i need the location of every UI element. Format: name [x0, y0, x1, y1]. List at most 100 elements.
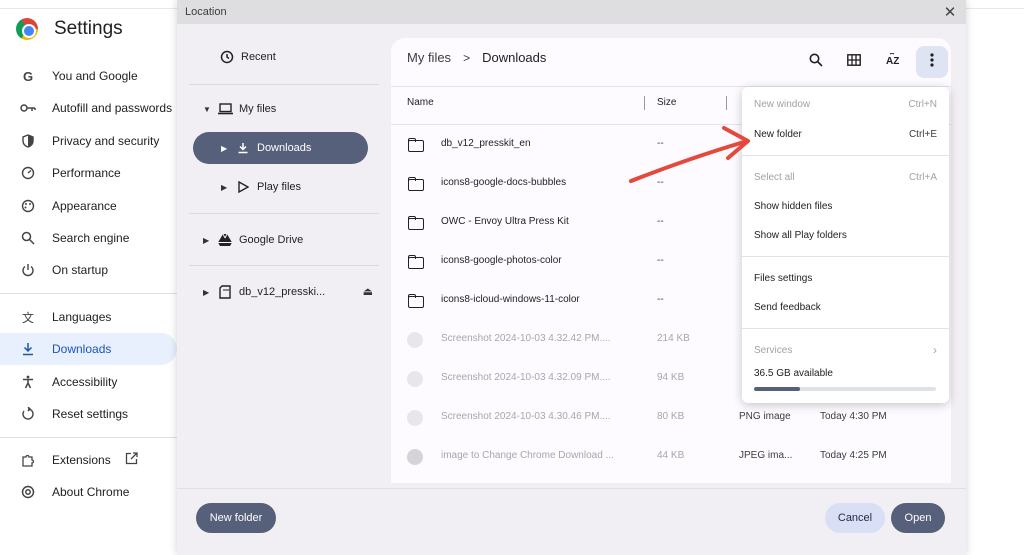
nav-divider: [0, 437, 177, 438]
folder-icon: [407, 254, 424, 270]
nav-item-reset-settings[interactable]: Reset settings: [0, 398, 177, 430]
grid-view-button[interactable]: [838, 46, 870, 78]
nav-item-appearance[interactable]: Appearance: [0, 190, 177, 222]
play-store-icon: [235, 179, 251, 195]
key-icon: [20, 100, 36, 116]
column-header-size[interactable]: Size: [657, 97, 676, 108]
accessibility-icon: [20, 374, 36, 390]
nav-item-accessibility[interactable]: Accessibility: [0, 366, 177, 398]
menu-item-new-window[interactable]: New window Ctrl+N: [742, 91, 949, 117]
folder-icon: [407, 176, 424, 192]
menu-item-files-settings[interactable]: Files settings: [742, 265, 949, 291]
column-resize-handle[interactable]: [644, 96, 645, 110]
nav-item-on-startup[interactable]: On startup: [0, 254, 177, 286]
file-name: image to Change Chrome Download ...: [441, 450, 614, 461]
clock-icon: [219, 49, 235, 65]
nav-item-search-engine[interactable]: Search engine: [0, 222, 177, 254]
puzzle-icon: [20, 452, 36, 468]
sidebar-item-usb-drive[interactable]: ▶ db_v12_presski... ⏏: [203, 276, 379, 308]
image-file-icon: [407, 410, 423, 426]
settings-header: Settings: [16, 18, 123, 40]
open-button[interactable]: Open: [891, 503, 945, 533]
storage-available-label: 36.5 GB available: [754, 367, 833, 379]
close-icon[interactable]: ✕: [942, 4, 958, 21]
sidebar-item-downloads[interactable]: ▶ Downloads: [193, 132, 368, 164]
caret-right-icon[interactable]: ▶: [203, 288, 213, 297]
translate-icon: 文: [21, 310, 34, 325]
folder-icon: [407, 215, 424, 231]
menu-item-show-play-folders[interactable]: Show all Play folders: [742, 222, 949, 248]
svg-text:AZ: AZ: [886, 56, 899, 67]
search-icon: [809, 53, 823, 72]
search-icon: [20, 230, 36, 246]
storage-usage-fill: [754, 387, 800, 391]
cancel-button[interactable]: Cancel: [825, 503, 885, 533]
file-type: JPEG ima...: [739, 450, 793, 461]
google-g-icon: G: [22, 68, 34, 84]
chrome-icon: [20, 484, 36, 500]
sidebar-item-recent[interactable]: Recent: [215, 41, 276, 73]
chrome-logo-icon: [16, 18, 38, 40]
caret-down-icon[interactable]: ▼: [203, 105, 213, 114]
more-options-button[interactable]: [916, 46, 948, 78]
eject-icon[interactable]: ⏏: [363, 285, 373, 298]
column-header-name[interactable]: Name: [407, 97, 434, 108]
breadcrumb-separator: >: [463, 50, 471, 65]
nav-item-languages[interactable]: 文 Languages: [0, 301, 177, 333]
folder-icon: [407, 137, 424, 153]
file-size: 214 KB: [657, 333, 690, 344]
sidebar-divider: [189, 213, 379, 214]
file-name: Screenshot 2024-10-03 4.32.09 PM....: [441, 372, 611, 383]
nav-item-about-chrome[interactable]: About Chrome: [0, 476, 177, 508]
breadcrumb: My files > Downloads: [407, 50, 546, 65]
file-type: PNG image: [739, 411, 791, 422]
shortcut-label: Ctrl+N: [908, 98, 937, 110]
file-name: icons8-google-photos-color: [441, 255, 562, 266]
sidebar-divider: [189, 265, 379, 266]
file-size: --: [657, 216, 664, 227]
menu-item-new-folder[interactable]: New folder Ctrl+E: [742, 121, 949, 147]
sidebar-item-google-drive[interactable]: ▶ Google Drive: [203, 224, 303, 256]
shield-icon: [20, 133, 36, 149]
sidebar-item-play-files[interactable]: ▶ Play files: [221, 171, 301, 203]
caret-right-icon[interactable]: ▶: [221, 183, 231, 192]
caret-right-icon[interactable]: ▶: [221, 144, 231, 153]
nav-item-extensions[interactable]: Extensions: [0, 444, 177, 476]
nav-divider: [0, 293, 177, 294]
menu-item-send-feedback[interactable]: Send feedback: [742, 294, 949, 320]
sort-button[interactable]: AZ: [877, 46, 909, 78]
file-size: 80 KB: [657, 411, 685, 422]
table-row[interactable]: Screenshot 2024-10-03 4.30.46 PM.... 80 …: [391, 398, 951, 437]
breadcrumb-my-files[interactable]: My files: [407, 50, 451, 65]
external-link-icon: [125, 452, 138, 468]
nav-item-privacy[interactable]: Privacy and security: [0, 125, 177, 157]
google-drive-icon: [217, 232, 233, 248]
nav-item-performance[interactable]: Performance: [0, 157, 177, 189]
image-file-icon: [407, 332, 423, 348]
menu-item-show-hidden-files[interactable]: Show hidden files: [742, 193, 949, 219]
sidebar-divider: [189, 84, 379, 85]
table-row[interactable]: image to Change Chrome Download ... 44 K…: [391, 437, 951, 476]
column-resize-handle[interactable]: [726, 96, 727, 110]
laptop-icon: [217, 101, 233, 117]
file-date: Today 4:25 PM: [820, 450, 887, 461]
shortcut-label: Ctrl+A: [908, 171, 937, 183]
file-size: 94 KB: [657, 372, 685, 383]
dialog-footer: New folder Cancel Open: [177, 488, 966, 555]
file-name: Screenshot 2024-10-03 4.30.46 PM....: [441, 411, 611, 422]
search-button[interactable]: [800, 46, 832, 78]
folder-icon: [407, 293, 424, 309]
image-file-icon: [407, 371, 423, 387]
file-name: Screenshot 2024-10-03 4.32.42 PM....: [441, 333, 611, 344]
nav-item-autofill[interactable]: Autofill and passwords: [0, 92, 177, 124]
nav-item-downloads[interactable]: Downloads: [0, 333, 177, 365]
breadcrumb-downloads[interactable]: Downloads: [482, 50, 546, 65]
caret-right-icon[interactable]: ▶: [203, 236, 213, 245]
reset-icon: [20, 406, 36, 422]
sidebar-item-my-files[interactable]: ▼ My files: [203, 93, 276, 125]
dialog-titlebar: Location: [177, 0, 966, 24]
nav-item-you-and-google[interactable]: G You and Google: [0, 60, 177, 92]
new-folder-button[interactable]: New folder: [196, 503, 276, 533]
menu-item-select-all[interactable]: Select all Ctrl+A: [742, 164, 949, 190]
file-size: --: [657, 177, 664, 188]
